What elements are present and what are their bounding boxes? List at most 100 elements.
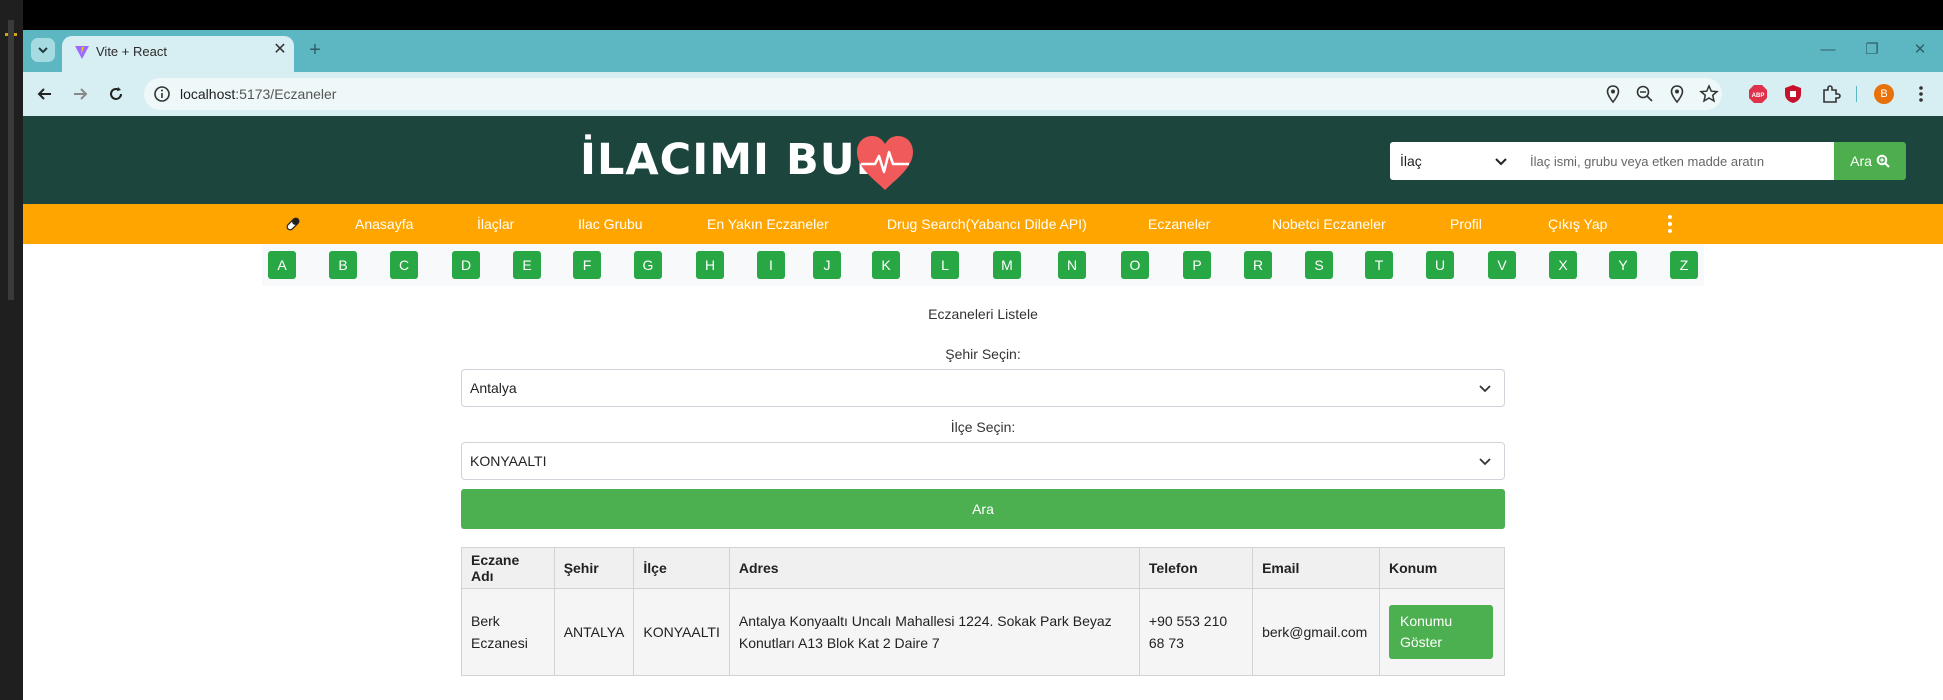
cell-address: Antalya Konyaaltı Uncalı Mahallesi 1224.… xyxy=(728,588,1140,676)
ublock-shield-icon[interactable] xyxy=(1782,83,1804,105)
brand-title: İLACIMI BUL xyxy=(580,135,885,185)
vite-logo-icon xyxy=(74,44,90,60)
svg-text:ABP: ABP xyxy=(1752,93,1765,99)
profile-avatar[interactable]: B xyxy=(1874,84,1894,104)
letter-z-button[interactable]: Z xyxy=(1670,251,1698,279)
letter-k-button[interactable]: K xyxy=(872,251,900,279)
adblock-plus-icon[interactable]: ABP xyxy=(1747,83,1769,105)
show-location-button[interactable]: Konumu Göster xyxy=(1389,605,1493,659)
nav-profil[interactable]: Profil xyxy=(1450,204,1482,244)
district-select[interactable]: KONYAALTI xyxy=(461,442,1505,480)
site-info-icon[interactable] xyxy=(152,84,172,104)
letter-a-button[interactable]: A xyxy=(268,251,296,279)
letter-n-button[interactable]: N xyxy=(1058,251,1086,279)
nav-cikis-yap[interactable]: Çıkış Yap xyxy=(1548,204,1607,244)
column-header-name: Eczane Adı xyxy=(461,547,555,589)
reload-button[interactable] xyxy=(102,80,130,108)
tab-search-button[interactable] xyxy=(31,38,55,62)
letter-r-button[interactable]: R xyxy=(1244,251,1272,279)
letter-x-button[interactable]: X xyxy=(1549,251,1577,279)
bookmark-star-icon[interactable] xyxy=(1698,83,1720,105)
tab-title: Vite + React xyxy=(96,44,167,59)
close-window-button[interactable]: ✕ xyxy=(1900,38,1940,62)
nav-en-yakin-eczaneler[interactable]: En Yakın Eczaneler xyxy=(707,204,829,244)
cell-name: Berk Eczanesi xyxy=(461,588,555,676)
nav-drug-search[interactable]: Drug Search(Yabancı Dilde API) xyxy=(887,204,1087,244)
letter-t-button[interactable]: T xyxy=(1365,251,1393,279)
letter-e-button[interactable]: E xyxy=(513,251,541,279)
letter-v-button[interactable]: V xyxy=(1488,251,1516,279)
search-input[interactable] xyxy=(1520,142,1834,180)
cell-location: Konumu Göster xyxy=(1379,588,1505,676)
new-tab-button[interactable]: + xyxy=(304,38,326,62)
address-bar[interactable] xyxy=(144,78,1722,110)
cell-district: KONYAALTI xyxy=(633,588,730,676)
restore-window-button[interactable]: ❐ xyxy=(1852,38,1892,62)
letter-j-button[interactable]: J xyxy=(813,251,841,279)
table-row: Berk Eczanesi ANTALYA KONYAALTI Antalya … xyxy=(461,588,1505,676)
district-select-value: KONYAALTI xyxy=(470,453,547,469)
cell-phone: +90 553 210 68 73 xyxy=(1138,588,1254,676)
location-pin-icon[interactable] xyxy=(1602,83,1624,105)
column-header-email: Email xyxy=(1252,547,1380,589)
letter-o-button[interactable]: O xyxy=(1121,251,1149,279)
toolbar-divider xyxy=(1856,86,1857,102)
pharmacy-results-table: Eczane Adı Şehir İlçe Adres Telefon Emai… xyxy=(461,547,1505,676)
nav-anasayfa[interactable]: Anasayfa xyxy=(355,204,413,244)
forward-button[interactable] xyxy=(66,80,94,108)
back-button[interactable] xyxy=(31,80,59,108)
arrow-right-icon xyxy=(74,88,88,100)
tab-close-icon[interactable]: ✕ xyxy=(270,40,290,60)
left-side-panel xyxy=(0,0,23,700)
letter-m-button[interactable]: M xyxy=(993,251,1021,279)
url-host: localhost xyxy=(180,86,236,102)
nav-ilac-grubu[interactable]: Ilac Grubu xyxy=(578,204,643,244)
pill-icon[interactable] xyxy=(284,215,302,233)
search-type-value: İlaç xyxy=(1400,153,1422,169)
city-select-value: Antalya xyxy=(470,380,517,396)
nav-ilaclar[interactable]: İlaçlar xyxy=(477,204,514,244)
letter-i-button[interactable]: I xyxy=(757,251,785,279)
cell-email: berk@gmail.com xyxy=(1252,588,1380,676)
reload-icon xyxy=(110,87,122,100)
browser-menu-icon[interactable] xyxy=(1910,83,1932,105)
city-label: Şehir Seçin: xyxy=(945,346,1021,362)
table-header-row: Eczane Adı Şehir İlçe Adres Telefon Emai… xyxy=(461,547,1505,589)
heartbeat-logo-icon xyxy=(855,134,915,192)
extensions-puzzle-icon[interactable] xyxy=(1820,83,1842,105)
header-search-label: Ara xyxy=(1850,153,1872,169)
url-path: :5173/Eczaneler xyxy=(235,86,337,102)
more-vertical-icon[interactable] xyxy=(1664,212,1676,236)
screen-top-border xyxy=(0,0,1943,30)
zoom-out-icon[interactable] xyxy=(1634,83,1656,105)
column-header-city: Şehir xyxy=(553,547,635,589)
header-search-button[interactable]: Ara xyxy=(1834,142,1906,180)
chevron-down-icon xyxy=(1495,158,1507,166)
letter-l-button[interactable]: L xyxy=(931,251,959,279)
district-label: İlçe Seçin: xyxy=(950,419,1016,435)
column-header-district: İlçe xyxy=(633,547,730,589)
location-icon[interactable] xyxy=(1666,83,1688,105)
chevron-down-icon xyxy=(38,47,48,54)
letter-c-button[interactable]: C xyxy=(390,251,418,279)
nav-nobetci-eczaneler[interactable]: Nobetci Eczaneler xyxy=(1272,204,1386,244)
url-text[interactable]: localhost:5173/Eczaneler xyxy=(180,84,336,104)
nav-eczaneler[interactable]: Eczaneler xyxy=(1148,204,1210,244)
letter-s-button[interactable]: S xyxy=(1305,251,1333,279)
chevron-down-icon xyxy=(1479,458,1491,466)
letter-b-button[interactable]: B xyxy=(329,251,357,279)
minimize-window-button[interactable]: — xyxy=(1808,38,1848,62)
search-type-select[interactable]: İlaç xyxy=(1390,142,1520,180)
column-header-phone: Telefon xyxy=(1138,547,1254,589)
letter-p-button[interactable]: P xyxy=(1183,251,1211,279)
search-pharmacies-button[interactable]: Ara xyxy=(461,489,1505,529)
letter-f-button[interactable]: F xyxy=(573,251,601,279)
letter-h-button[interactable]: H xyxy=(696,251,724,279)
letter-g-button[interactable]: G xyxy=(634,251,662,279)
cell-city: ANTALYA xyxy=(553,588,635,676)
letter-d-button[interactable]: D xyxy=(452,251,480,279)
column-header-address: Adres xyxy=(728,547,1140,589)
city-select[interactable]: Antalya xyxy=(461,369,1505,407)
letter-y-button[interactable]: Y xyxy=(1609,251,1637,279)
letter-u-button[interactable]: U xyxy=(1426,251,1454,279)
